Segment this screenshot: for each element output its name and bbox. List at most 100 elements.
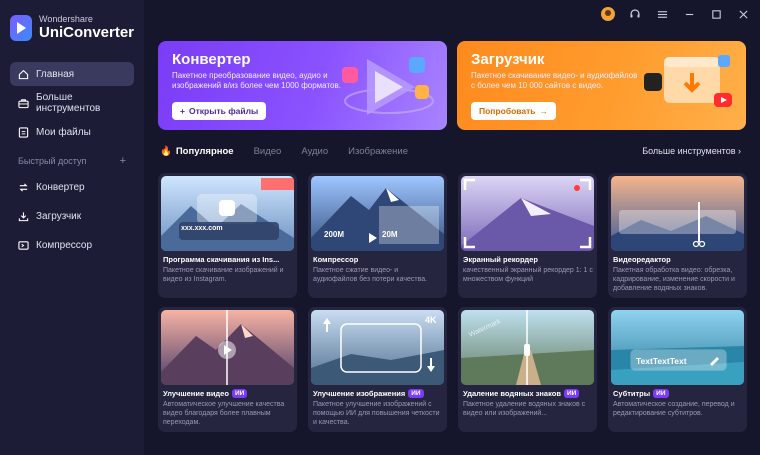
card-thumbnail [461,310,594,385]
ai-badge: ИИ [653,389,669,398]
sidebar-item-label: Конвертер [36,181,85,193]
card-thumbnail [161,176,294,251]
chevron-right-icon: › [738,146,741,156]
try-button[interactable]: Попробовать → [471,102,556,120]
avatar-icon[interactable] [601,7,615,21]
sidebar-item-more-tools[interactable]: Больше инструментов [10,91,134,115]
compress-icon [18,240,29,251]
close-icon[interactable] [736,7,750,21]
quick-access-header: Быстрый доступ + [10,149,134,173]
sidebar-item-downloader[interactable]: Загрузчик [10,204,134,228]
card-description: Автоматическое улучшение качества видео … [163,401,285,426]
card-video-enhance[interactable]: Улучшение видео ИИ Автоматическое улучше… [158,307,297,432]
card-title: Видеоредактор [613,255,671,264]
open-files-button[interactable]: + Открыть файлы [172,102,267,120]
home-icon [18,69,29,80]
sidebar-item-my-files[interactable]: Мои файлы [10,120,134,144]
card-screen-recorder[interactable]: Экранный рекордер качественный экранный … [458,173,597,298]
card-title-text: Компрессор [313,255,359,264]
tab-image[interactable]: Изображение [348,146,408,157]
converter-icon [18,182,29,193]
sidebar-item-label: Главная [36,68,75,80]
downloader-banner[interactable]: Загрузчик Пакетное скачивание видео- и а… [457,41,746,130]
converter-banner[interactable]: Конвертер Пакетное преобразование видео,… [158,41,447,130]
card-description: Пакетное сжатие видео- и аудиофайлов без… [313,267,428,283]
toolbox-icon [18,98,29,109]
download-icon [18,211,29,222]
banner-description: Пакетное преобразование видео, аудио и и… [172,71,341,90]
card-watermark-remover[interactable]: Watermark Удаление водяных знаков ИИ Пак… [458,307,597,432]
ai-badge: ИИ [231,389,248,398]
quick-access-label: Быстрый доступ [18,156,87,166]
card-title-text: Улучшение изображения [313,389,406,398]
app-window: Wondershare UniConverter Главная Больше … [0,0,760,455]
card-title-text: Улучшение видео [163,389,229,398]
tab-popular[interactable]: 🔥 Популярное [160,146,234,157]
card-title-text: Удаление водяных знаков [463,389,561,398]
card-thumbnail [461,176,594,251]
window-controls [601,7,750,21]
card-description: Пакетное скачивание изображений и видео … [163,267,284,283]
app-logo: Wondershare UniConverter [10,14,134,41]
card-description: Автоматическое создание, перевод и редак… [613,401,735,417]
card-subtitles[interactable]: TextTextText Субтитры ИИ Автоматическое … [608,307,747,432]
menu-icon[interactable] [655,7,669,21]
product-name: UniConverter [39,24,135,41]
maximize-icon[interactable] [709,7,723,21]
category-tabs: 🔥 Популярное Видео Аудио Изображение [160,146,408,157]
card-title: Компрессор [313,255,358,264]
main-content: Конвертер Пакетное преобразование видео,… [144,0,760,455]
files-icon [18,126,29,138]
sidebar-item-label: Загрузчик [36,210,82,222]
sidebar-item-label: Больше инструментов [36,92,101,114]
headset-icon[interactable] [628,7,642,21]
banner-description: Пакетное скачивание видео- и аудиофайлов… [471,71,638,90]
logo-icon [10,14,32,41]
fire-icon: 🔥 [160,146,172,157]
card-title-text: Экранный рекордер [463,255,538,264]
card-title: Экранный рекордер [463,255,538,264]
card-title: Субтитры ИИ [613,389,669,398]
card-instagram-downloader[interactable]: xxx.xxx.com Программа скачивания из Ins.… [158,173,297,298]
plus-icon: + [180,106,185,116]
card-title: Программа скачивания из Ins... [163,255,279,264]
size-after: 20M [382,230,398,239]
ai-badge: ИИ [408,389,424,398]
card-title-text: Программа скачивания из Ins... [163,255,280,264]
card-title: Улучшение изображения ИИ [313,389,424,398]
card-thumbnail [161,310,294,385]
card-thumbnail [311,176,444,251]
card-description: Пакетное улучшение изображений с помощью… [313,401,440,426]
sidebar-item-label: Компрессор [36,239,93,251]
sidebar-item-label: Мои файлы [36,126,91,138]
subtitle-sample-text: TextTextText [636,356,687,366]
card-image-enhance[interactable]: 4K Улучшение изображения ИИ Пакетное улу… [308,307,447,432]
card-video-editor[interactable]: Видеоредактор Пакетная обработка видео: … [608,173,747,298]
more-tools-link[interactable]: Больше инструментов › [642,146,741,156]
sidebar-nav: Главная Больше инструментов Мои файлы Бы… [10,62,134,262]
card-description: Пакетное удаление водяных знаков с видео… [463,401,586,417]
sidebar-item-compressor[interactable]: Компрессор [10,233,134,257]
card-title-text: Субтитры [613,389,651,398]
sidebar-item-home[interactable]: Главная [10,62,134,86]
minimize-icon[interactable] [682,7,696,21]
try-label: Попробовать [479,106,536,116]
card-title: Удаление водяных знаков ИИ [463,389,580,398]
brand-name: Wondershare [39,14,93,24]
tab-audio[interactable]: Аудио [301,146,328,157]
card-thumbnail [611,310,744,385]
sidebar: Wondershare UniConverter Главная Больше … [0,0,144,455]
tab-label: Популярное [175,146,234,157]
card-compressor[interactable]: 200M 20M Компрессор Пакетное сжатие виде… [308,173,447,298]
downloader-illustration [644,55,732,107]
ai-badge: ИИ [563,389,580,398]
add-quick-access-icon[interactable]: + [120,155,126,167]
more-tools-label: Больше инструментов [642,146,736,156]
card-title-text: Видеоредактор [613,255,671,264]
badge-4k: 4K [425,315,437,325]
card-description: качественный экранный рекордер 1: 1 с мн… [463,267,593,283]
tab-video[interactable]: Видео [254,146,282,157]
sidebar-item-converter[interactable]: Конвертер [10,175,134,199]
tool-cards-grid: xxx.xxx.com Программа скачивания из Ins.… [158,173,747,438]
card-description: Пакетная обработка видео: обрезка, кадри… [613,267,735,292]
